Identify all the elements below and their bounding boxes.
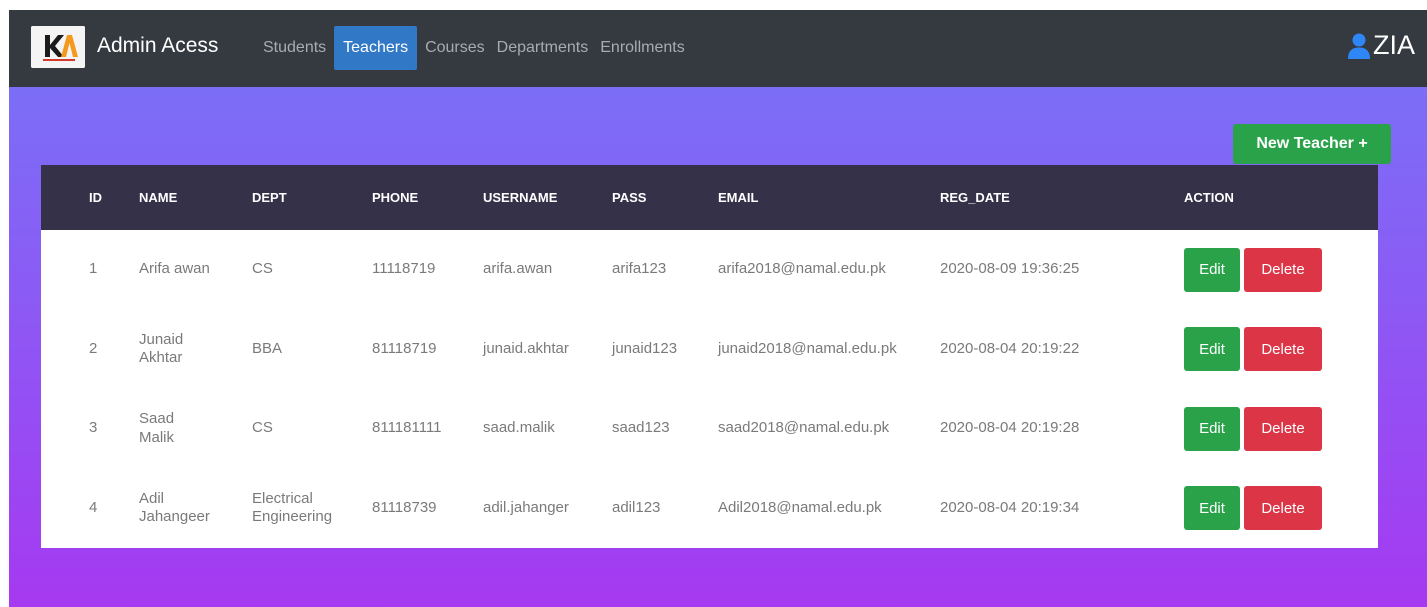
column-header-id: ID — [89, 190, 102, 205]
cell-pass: arifa123 — [612, 260, 667, 278]
user-menu[interactable]: ZIA — [1347, 30, 1415, 61]
top-navbar: Admin Acess Students Teachers Courses De… — [9, 10, 1427, 87]
cell-reg-date: 2020-08-04 20:19:22 — [940, 339, 1080, 357]
cell-email: saad2018@namal.edu.pk — [718, 419, 890, 437]
cell-phone: 11118719 — [372, 260, 436, 278]
cell-dept: BBA — [252, 339, 283, 357]
edit-button[interactable]: Edit — [1184, 327, 1240, 372]
cell-username: saad.malik — [483, 419, 555, 437]
teachers-table-container: ID NAME DEPT PHONE USERNAME PASS EMAIL R… — [41, 165, 1378, 548]
teachers-table: ID NAME DEPT PHONE USERNAME PASS EMAIL R… — [41, 165, 1378, 548]
column-header-username: USERNAME — [483, 190, 558, 205]
cell-dept: CS — [252, 260, 273, 278]
table-row: 2 Junaid Akhtar BBA 81118719 junaid.akht… — [41, 310, 1378, 390]
cell-email: Adil2018@namal.edu.pk — [718, 498, 882, 516]
cell-reg-date: 2020-08-04 20:19:34 — [940, 498, 1080, 516]
main-nav: Students Teachers Courses Departments En… — [259, 26, 693, 70]
cell-reg-date: 2020-08-04 20:19:28 — [940, 419, 1080, 437]
column-header-pass: PASS — [612, 190, 647, 205]
column-header-action: ACTION — [1184, 190, 1234, 205]
cell-username: adil.jahanger — [483, 498, 569, 516]
column-header-email: EMAIL — [718, 190, 759, 205]
cell-phone: 81118739 — [372, 498, 437, 516]
cell-email: arifa2018@namal.edu.pk — [718, 260, 886, 278]
cell-name: Arifa awan — [139, 260, 210, 278]
cell-pass: junaid123 — [612, 339, 678, 357]
cell-username: arifa.awan — [483, 260, 553, 278]
delete-button[interactable]: Delete — [1244, 247, 1322, 292]
nav-item-departments[interactable]: Departments — [493, 26, 593, 70]
delete-button[interactable]: Delete — [1244, 406, 1322, 451]
cell-id: 1 — [89, 260, 98, 278]
cell-name: Saad Malik — [139, 410, 175, 446]
brand-logo[interactable] — [31, 26, 85, 68]
cell-email: junaid2018@namal.edu.pk — [718, 339, 897, 357]
column-header-name: NAME — [139, 190, 178, 205]
edit-button[interactable]: Edit — [1184, 406, 1240, 451]
nav-item-teachers[interactable]: Teachers — [334, 26, 418, 70]
cell-name: Adil Jahangeer — [139, 489, 210, 526]
table-row: 3 Saad Malik CS 811181111 saad.malik saa… — [41, 389, 1378, 469]
cell-phone: 81118719 — [372, 339, 437, 357]
table-row: 4 Adil Jahangeer Electrical Engineering … — [41, 469, 1378, 549]
user-icon — [1347, 33, 1370, 59]
cell-id: 3 — [89, 419, 98, 437]
nav-item-courses[interactable]: Courses — [421, 26, 489, 70]
cell-reg-date: 2020-08-09 19:36:25 — [940, 260, 1080, 278]
nav-item-enrollments[interactable]: Enrollments — [596, 26, 688, 70]
cell-actions: Edit Delete — [1184, 310, 1378, 390]
cell-username: junaid.akhtar — [483, 339, 569, 357]
delete-button[interactable]: Delete — [1244, 327, 1322, 372]
cell-dept: Electrical Engineering — [252, 489, 333, 526]
cell-pass: adil123 — [612, 498, 661, 516]
cell-dept: CS — [252, 419, 273, 437]
column-header-phone: PHONE — [372, 190, 419, 205]
cell-name: Junaid Akhtar — [139, 330, 184, 367]
user-name: ZIA — [1372, 30, 1415, 60]
new-teacher-button[interactable]: New Teacher + — [1233, 124, 1391, 164]
nav-item-students[interactable]: Students — [259, 26, 330, 70]
cell-pass: saad123 — [612, 419, 670, 437]
table-row: 1 Arifa awan CS 11118719 arifa.awan arif… — [41, 230, 1378, 310]
app-window: Admin Acess Students Teachers Courses De… — [9, 10, 1427, 607]
cell-id: 4 — [89, 498, 98, 516]
edit-button[interactable]: Edit — [1184, 486, 1240, 531]
delete-button[interactable]: Delete — [1244, 486, 1322, 531]
column-header-dept: DEPT — [252, 190, 287, 205]
cell-actions: Edit Delete — [1184, 389, 1378, 469]
cell-actions: Edit Delete — [1184, 469, 1378, 549]
brand-title[interactable]: Admin Acess — [97, 34, 218, 58]
cell-actions: Edit Delete — [1184, 230, 1378, 310]
column-header-reg-date: REG_DATE — [940, 190, 1010, 205]
cell-phone: 811181111 — [372, 419, 442, 437]
table-header-row: ID NAME DEPT PHONE USERNAME PASS EMAIL R… — [41, 165, 1378, 230]
edit-button[interactable]: Edit — [1184, 247, 1240, 292]
cell-id: 2 — [89, 339, 98, 357]
